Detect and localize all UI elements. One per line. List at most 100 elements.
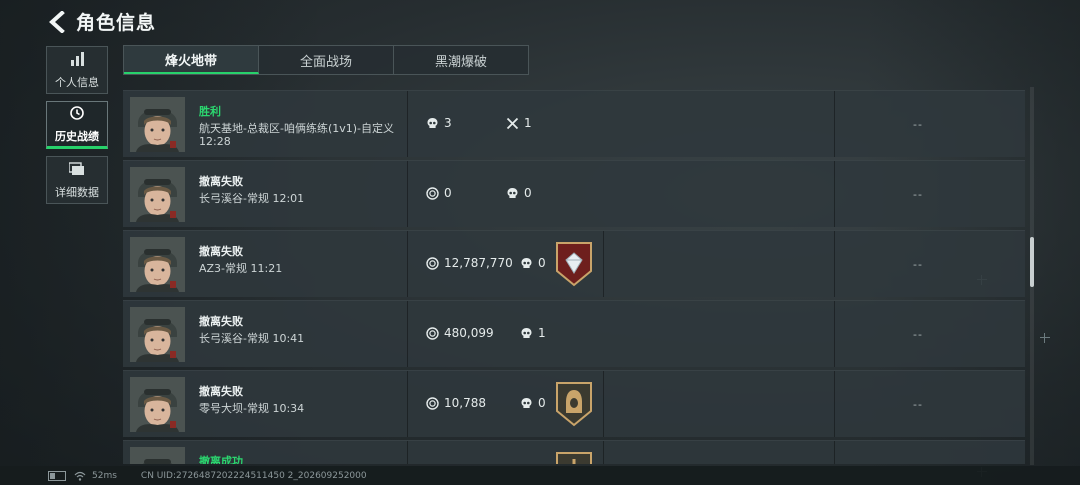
- skull-icon: [520, 397, 533, 410]
- coin-icon: [426, 396, 439, 410]
- match-stat-secondary: 1: [520, 326, 546, 340]
- match-info: 撤离失败 AZ3-常规 11:21: [199, 243, 399, 275]
- match-info: 撤离成功: [199, 453, 399, 464]
- match-extra-value: --: [913, 398, 923, 411]
- match-extra-value: --: [913, 328, 923, 341]
- stat-value: 3: [444, 116, 452, 130]
- column-divider: [834, 441, 835, 464]
- operator-avatar: [130, 237, 185, 292]
- stat-value: 10,788: [444, 396, 486, 410]
- column-divider: [834, 371, 835, 437]
- coin-icon: [426, 256, 439, 270]
- match-result: 撤离失败: [199, 315, 243, 328]
- column-divider: [834, 301, 835, 367]
- column-divider: [834, 231, 835, 297]
- operator-avatar: [130, 447, 185, 464]
- match-result: 撤离失败: [199, 245, 243, 258]
- sidebar-item-label: 个人信息: [55, 75, 99, 89]
- tab-full-battlefield[interactable]: 全面战场: [259, 46, 394, 74]
- match-detail: 长弓溪谷-常规 12:01: [199, 192, 305, 205]
- match-detail: 长弓溪谷-常规 10:41: [199, 332, 305, 345]
- match-history-list[interactable]: 胜利 航天基地-总裁区-咱俩练练(1v1)-自定义 12:28 3 1 -- 撤离失败 长弓…: [123, 90, 1025, 464]
- skull-icon: [520, 257, 533, 270]
- coin-icon: [426, 186, 439, 200]
- scroll-thumb[interactable]: [1030, 237, 1034, 287]
- sidebar-item-label: 详细数据: [55, 185, 99, 199]
- match-result: 胜利: [199, 105, 221, 118]
- match-row[interactable]: 胜利航天基地-总裁区-咱俩练练(1v1)-自定义 12:28 3 1 --: [123, 90, 1025, 157]
- tab-hazard-zone[interactable]: 烽火地带: [124, 46, 259, 74]
- match-extra-value: --: [913, 188, 923, 201]
- sidebar-item-detailed-data[interactable]: 详细数据: [46, 156, 108, 204]
- match-result: 撤离失败: [199, 385, 243, 398]
- clock-icon: [70, 105, 84, 124]
- operator-avatar: [130, 307, 185, 362]
- column-divider: [407, 441, 408, 464]
- sidebar-item-label: 历史战绩: [55, 129, 99, 143]
- battery-icon: [48, 470, 66, 481]
- column-divider: [834, 91, 835, 157]
- stat-value: 0: [524, 186, 532, 200]
- bar-chart-icon: [70, 51, 84, 70]
- match-stat-secondary: 0: [520, 396, 546, 410]
- stat-value: 12,787,770: [444, 256, 513, 270]
- operator-avatar: [130, 377, 185, 432]
- column-divider: [407, 91, 408, 157]
- match-stat-primary: 480,099: [426, 326, 494, 340]
- stat-value: 0: [538, 396, 546, 410]
- tab-blackout-demolition[interactable]: 黑潮爆破: [394, 46, 528, 74]
- match-stat-secondary: 0: [506, 186, 532, 200]
- match-stat-primary: 10,788: [426, 396, 486, 410]
- sidebar-nav: 个人信息 历史战绩 详细数据: [46, 46, 110, 211]
- mode-tabs: 烽火地带 全面战场 黑潮爆破: [123, 45, 529, 75]
- match-row[interactable]: 撤离失败长弓溪谷-常规 12:01 0 0 --: [123, 160, 1025, 227]
- match-stat-secondary: 0: [520, 256, 546, 270]
- match-result: 撤离成功: [199, 455, 243, 464]
- match-detail: AZ3-常规 11:21: [199, 262, 283, 275]
- skull-icon: [520, 327, 533, 340]
- match-info: 撤离失败零号大坝-常规 10:34: [199, 383, 399, 415]
- operator-avatar: [130, 97, 185, 152]
- match-row[interactable]: 撤离失败长弓溪谷-常规 10:41 480,099 1 --: [123, 300, 1025, 367]
- diamond-badge-icon[interactable]: [555, 241, 593, 287]
- hooded-badge-icon[interactable]: [555, 381, 593, 427]
- page-title: 角色信息: [76, 12, 157, 34]
- user-uid: CN UID:2726487202224511450 2_20260925200…: [140, 470, 367, 481]
- match-stat-primary: 0: [426, 186, 452, 200]
- sidebar-item-match-history[interactable]: 历史战绩: [46, 101, 108, 149]
- cross-swords-icon: [506, 117, 519, 130]
- match-row[interactable]: 撤离失败 AZ3-常规 11:21 12,787,770 0 --: [123, 230, 1025, 297]
- match-result: 撤离失败: [199, 175, 243, 188]
- column-divider: [407, 371, 408, 437]
- header: 角色信息: [48, 8, 156, 35]
- match-detail: 航天基地-总裁区-咱俩练练(1v1)-自定义 12:28: [199, 122, 394, 148]
- sidebar-item-personal-info[interactable]: 个人信息: [46, 46, 108, 94]
- stat-value: 0: [538, 256, 546, 270]
- match-row[interactable]: 撤离成功: [123, 440, 1025, 464]
- operator-avatar: [130, 167, 185, 222]
- back-arrow-icon[interactable]: [48, 9, 66, 35]
- stat-value: 0: [444, 186, 452, 200]
- stat-value: 1: [524, 116, 532, 130]
- cross-badge-icon[interactable]: [555, 451, 593, 464]
- column-divider: [407, 231, 408, 297]
- match-extra-value: --: [913, 118, 923, 131]
- match-detail: 零号大坝-常规 10:34: [199, 402, 305, 415]
- coin-icon: [426, 326, 439, 340]
- match-stat-primary: 12,787,770: [426, 256, 513, 270]
- match-info: 撤离失败长弓溪谷-常规 10:41: [199, 313, 399, 345]
- match-stat-primary: 3: [426, 116, 452, 130]
- folder-icon: [68, 161, 85, 180]
- status-bar: 52ms CN UID:2726487202224511450 2_202609…: [0, 466, 1080, 485]
- ping-value: 52ms: [92, 470, 117, 481]
- scrollbar[interactable]: [1030, 87, 1034, 465]
- column-divider: [407, 301, 408, 367]
- stat-value: 480,099: [444, 326, 494, 340]
- column-divider: [603, 441, 604, 464]
- column-divider: [407, 161, 408, 227]
- column-divider: [834, 161, 835, 227]
- stat-value: 1: [538, 326, 546, 340]
- column-divider: [603, 371, 604, 437]
- match-extra-value: --: [913, 258, 923, 271]
- match-row[interactable]: 撤离失败零号大坝-常规 10:34 10,788 0 --: [123, 370, 1025, 437]
